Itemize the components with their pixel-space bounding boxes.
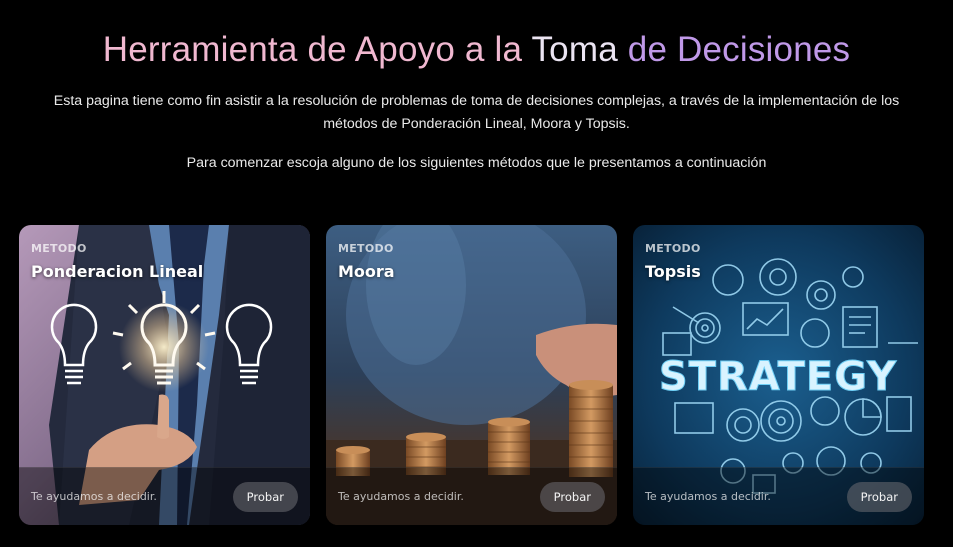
card-tagline: Te ayudamos a decidir. [645,490,771,503]
description-line-1: Esta pagina tiene como fin asistir a la … [53,93,900,109]
card-title: Moora [338,262,395,281]
card-kicker: METODO [645,242,701,255]
card-footer: Te ayudamos a decidir. Probar [19,467,310,525]
card-footer: Te ayudamos a decidir. Probar [326,467,617,525]
description-line-2: métodos de Ponderación Lineal, Moora y T… [323,116,630,132]
probar-button[interactable]: Probar [539,482,605,512]
probar-button[interactable]: Probar [846,482,912,512]
title-part-3: de Decisiones [627,30,851,69]
page-description: Esta pagina tiene como fin asistir a la … [0,90,953,136]
title-part-1: Herramienta de Apoyo a la [102,30,532,69]
card-kicker: METODO [338,242,394,255]
probar-button[interactable]: Probar [232,482,298,512]
page-title: Herramienta de Apoyo a la Toma de Decisi… [0,30,953,70]
card-footer: Te ayudamos a decidir. Probar [633,467,924,525]
card-title: Topsis [645,262,701,281]
card-tagline: Te ayudamos a decidir. [31,490,157,503]
card-kicker: METODO [31,242,87,255]
card-tagline: Te ayudamos a decidir. [338,490,464,503]
card-topsis[interactable]: STRATEGY METODO Topsis Te ayudamos a dec… [633,225,924,525]
title-part-2: Toma [531,30,628,69]
page: Herramienta de Apoyo a la Toma de Decisi… [0,0,953,547]
strategy-text: STRATEGY [659,354,897,400]
page-prompt: Para comenzar escoja alguno de los sigui… [186,155,767,171]
card-title: Ponderacion Lineal [31,262,204,281]
card-ponderacion-lineal[interactable]: METODO Ponderacion Lineal Te ayudamos a … [19,225,310,525]
card-moora[interactable]: METODO Moora Te ayudamos a decidir. Prob… [326,225,617,525]
